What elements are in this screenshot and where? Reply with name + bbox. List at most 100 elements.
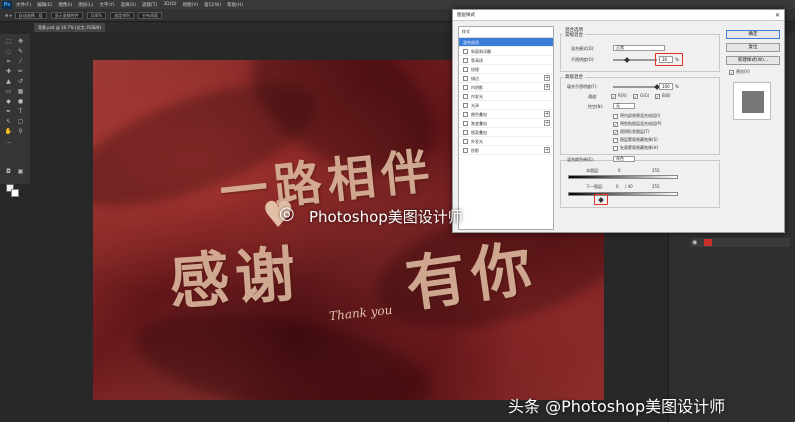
background-color-swatch[interactable]: [11, 189, 19, 197]
fill-opacity-input[interactable]: 100: [659, 83, 673, 90]
add-style-icon[interactable]: +: [544, 75, 550, 81]
move-tool-icon[interactable]: ✥ ▾: [5, 13, 12, 18]
style-checkbox[interactable]: [463, 94, 468, 99]
preview-checkbox[interactable]: ✓ 预览(V): [729, 69, 750, 75]
move-icon[interactable]: ✥: [16, 38, 25, 45]
style-item[interactable]: 纹理: [459, 65, 553, 74]
shape-tool-icon[interactable]: ▢: [16, 118, 25, 125]
align-field[interactable]: 选定排列: [110, 11, 135, 19]
gradient-tool-icon[interactable]: ▦: [16, 88, 25, 95]
style-checkbox[interactable]: [463, 49, 468, 54]
style-checkbox[interactable]: [463, 103, 468, 108]
advanced-option-checkbox[interactable]: ✓ 透明形状图层(T): [613, 129, 650, 135]
layer-row[interactable]: ◉: [690, 238, 790, 247]
style-checkbox[interactable]: [463, 67, 468, 72]
fill-opacity-slider[interactable]: [613, 84, 660, 90]
crop-tool-icon[interactable]: ⌗: [4, 58, 13, 65]
styles-list: 样式 混合选项 斜面和浮雕 等高线 纹理 描边 + 内阴影 + 内发光 光泽 颜色叠加 + 渐变叠加 + 图…: [458, 26, 554, 230]
ok-button[interactable]: 确定: [726, 30, 780, 39]
zoom-field[interactable]: 100%: [86, 11, 107, 19]
close-icon[interactable]: ✕: [775, 10, 780, 21]
style-item[interactable]: 光泽: [459, 101, 553, 110]
eye-icon[interactable]: ◉: [692, 239, 697, 246]
lasso-tool-icon[interactable]: ◌: [4, 48, 13, 55]
fill-opacity-label: 填充不透明度(F):: [567, 84, 598, 89]
reset-button[interactable]: 复位: [726, 43, 780, 52]
menu-filter[interactable]: 滤镜(T): [142, 2, 157, 8]
eraser-tool-icon[interactable]: ▭: [4, 88, 13, 95]
menu-3d[interactable]: 3D(D): [163, 2, 176, 7]
style-item[interactable]: 描边 +: [459, 74, 553, 83]
style-item[interactable]: 图案叠加: [459, 128, 553, 137]
style-checkbox[interactable]: [463, 85, 468, 90]
zoom-tool-icon[interactable]: ⚲: [16, 128, 25, 135]
history-brush-icon[interactable]: ↺: [16, 78, 25, 85]
add-style-icon[interactable]: +: [544, 111, 550, 117]
screen-mode-icon[interactable]: ▣: [16, 168, 25, 175]
channel-b-checkbox[interactable]: ✓ B(B): [655, 93, 671, 99]
opacity-slider[interactable]: [613, 57, 657, 63]
style-checkbox[interactable]: [463, 58, 468, 63]
style-item[interactable]: 渐变叠加 +: [459, 119, 553, 128]
dodge-tool-icon[interactable]: ●: [16, 98, 25, 105]
healing-brush-icon[interactable]: ✚: [4, 68, 13, 75]
style-item[interactable]: 投影 +: [459, 146, 553, 155]
knockout-select[interactable]: 无: [613, 103, 635, 109]
style-checkbox[interactable]: [463, 121, 468, 126]
this-layer-gradient[interactable]: [568, 175, 678, 179]
style-item[interactable]: 颜色叠加 +: [459, 110, 553, 119]
style-checkbox[interactable]: [463, 76, 468, 81]
style-item[interactable]: 外发光: [459, 137, 553, 146]
add-style-icon[interactable]: +: [544, 84, 550, 90]
pen-tool-icon[interactable]: ✒: [4, 108, 13, 115]
menu-view[interactable]: 视图(V): [183, 2, 199, 8]
marquee-tool-icon[interactable]: ⬚: [4, 38, 13, 45]
menu-file[interactable]: 文件(F): [16, 2, 31, 8]
style-item[interactable]: 内发光: [459, 92, 553, 101]
style-item[interactable]: 内阴影 +: [459, 83, 553, 92]
brush-tool-icon[interactable]: ✏: [16, 68, 25, 75]
style-item[interactable]: 等高线: [459, 56, 553, 65]
show-transform-field[interactable]: 显示变换控件: [50, 11, 83, 19]
advanced-option-checkbox[interactable]: ✓ 将剪贴图层混合成组(P): [613, 121, 662, 127]
add-style-icon[interactable]: +: [544, 120, 550, 126]
menu-select[interactable]: 选择(S): [121, 2, 136, 8]
advanced-option-checkbox[interactable]: 将内部效果混合成组(I): [613, 113, 660, 119]
document-tab[interactable]: 背景.psd @ 16.7% (文字, RGB/8): [34, 23, 106, 32]
type-tool-icon[interactable]: T: [16, 108, 25, 115]
style-item[interactable]: 斜面和浮雕: [459, 47, 553, 56]
path-select-icon[interactable]: ↖: [4, 118, 13, 125]
style-item-label: 渐变叠加: [471, 121, 487, 126]
style-checkbox[interactable]: [463, 130, 468, 135]
menu-image[interactable]: 图像(I): [58, 2, 72, 8]
eyedropper-icon[interactable]: ⁄: [16, 58, 25, 65]
blend-mode-select[interactable]: 正常: [613, 45, 665, 51]
quick-select-icon[interactable]: ✎: [16, 48, 25, 55]
blend-if-select[interactable]: 灰色: [613, 156, 635, 162]
clone-stamp-icon[interactable]: ▲: [4, 78, 13, 85]
channel-r-checkbox[interactable]: ✓ R(R): [611, 93, 627, 99]
under-layer-gradient[interactable]: [568, 192, 678, 196]
style-checkbox[interactable]: [463, 148, 468, 153]
channel-g-checkbox[interactable]: ✓ G(G): [633, 93, 649, 99]
under-layer-max: 255: [652, 184, 660, 189]
more-tools-icon[interactable]: …: [4, 138, 13, 145]
distribute-field[interactable]: 分布间距: [138, 11, 163, 19]
menu-help[interactable]: 帮助(H): [227, 2, 243, 8]
style-checkbox[interactable]: [463, 112, 468, 117]
this-layer-label: 本图层:: [586, 168, 600, 173]
auto-select-field[interactable]: 自动选择：组: [14, 11, 47, 19]
blur-tool-icon[interactable]: ◆: [4, 98, 13, 105]
hand-tool-icon[interactable]: ✋: [4, 128, 13, 135]
add-style-icon[interactable]: +: [544, 147, 550, 153]
advanced-option-checkbox[interactable]: 图层蒙版隐藏效果(S): [613, 137, 658, 143]
menu-window[interactable]: 窗口(W): [204, 2, 221, 8]
menu-layer[interactable]: 图层(L): [78, 2, 93, 8]
advanced-option-checkbox[interactable]: 矢量蒙版隐藏效果(H): [613, 145, 658, 151]
new-style-button[interactable]: 新建样式(W)...: [726, 56, 780, 65]
quick-mask-icon[interactable]: ◘: [4, 168, 13, 175]
style-item[interactable]: 混合选项: [459, 38, 553, 47]
menu-edit[interactable]: 编辑(E): [37, 2, 52, 8]
menu-type[interactable]: 文字(Y): [99, 2, 114, 8]
style-checkbox[interactable]: [463, 139, 468, 144]
